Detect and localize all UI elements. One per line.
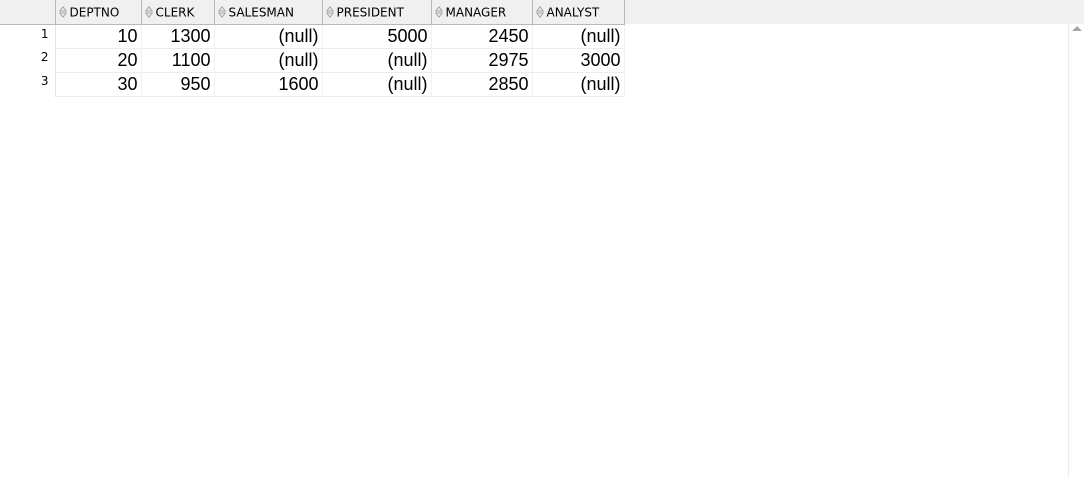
sort-arrows-icon[interactable]: [434, 6, 443, 18]
row-header-corner: [0, 0, 56, 25]
sort-arrows-icon[interactable]: [325, 6, 334, 18]
cell-deptno[interactable]: 10: [55, 24, 142, 49]
table-row[interactable]: 1 10 1300 (null) 5000 2450 (null): [0, 24, 625, 49]
sort-arrows-icon[interactable]: [58, 6, 67, 18]
column-header-salesman[interactable]: SALESMAN: [213, 0, 323, 25]
query-result-grid: DEPTNO CLERK SALESMAN PRESIDENT MANAGER …: [0, 0, 1084, 477]
column-label: PRESIDENT: [336, 5, 404, 19]
cell-manager[interactable]: 2450: [431, 24, 533, 49]
column-header-deptno[interactable]: DEPTNO: [54, 0, 142, 25]
result-table: DEPTNO CLERK SALESMAN PRESIDENT MANAGER …: [0, 0, 625, 97]
cell-manager[interactable]: 2850: [431, 72, 533, 97]
scroll-up-arrow-icon[interactable]: [1072, 26, 1082, 31]
row-number[interactable]: 3: [0, 72, 56, 96]
column-label: MANAGER: [445, 5, 507, 19]
column-label: DEPTNO: [69, 5, 120, 19]
column-header-clerk[interactable]: CLERK: [140, 0, 215, 25]
table-row[interactable]: 3 30 950 1600 (null) 2850 (null): [0, 72, 625, 97]
cell-manager[interactable]: 2975: [431, 48, 533, 73]
column-header-president[interactable]: PRESIDENT: [321, 0, 432, 25]
sort-arrows-icon[interactable]: [144, 6, 153, 18]
cell-clerk[interactable]: 1300: [141, 24, 215, 49]
cell-president[interactable]: (null): [322, 72, 432, 97]
cell-deptno[interactable]: 30: [55, 72, 142, 97]
column-header-analyst[interactable]: ANALYST: [531, 0, 625, 25]
row-number[interactable]: 1: [0, 24, 56, 48]
cell-analyst[interactable]: (null): [532, 72, 625, 97]
table-row[interactable]: 2 20 1100 (null) (null) 2975 3000: [0, 48, 625, 73]
row-number[interactable]: 2: [0, 48, 56, 72]
sort-arrows-icon[interactable]: [217, 6, 226, 18]
cell-salesman[interactable]: (null): [214, 24, 323, 49]
cell-clerk[interactable]: 1100: [141, 48, 215, 73]
cell-clerk[interactable]: 950: [141, 72, 215, 97]
cell-deptno[interactable]: 20: [55, 48, 142, 73]
header-empty-area: [624, 0, 1084, 24]
column-label: SALESMAN: [228, 5, 294, 19]
cell-salesman[interactable]: 1600: [214, 72, 323, 97]
sort-arrows-icon[interactable]: [535, 6, 544, 18]
cell-president[interactable]: (null): [322, 48, 432, 73]
cell-president[interactable]: 5000: [322, 24, 432, 49]
cell-analyst[interactable]: (null): [532, 24, 625, 49]
cell-analyst[interactable]: 3000: [532, 48, 625, 73]
header-row: DEPTNO CLERK SALESMAN PRESIDENT MANAGER …: [0, 0, 625, 25]
column-label: CLERK: [155, 5, 195, 19]
column-header-manager[interactable]: MANAGER: [430, 0, 533, 25]
cell-salesman[interactable]: (null): [214, 48, 323, 73]
column-label: ANALYST: [546, 5, 600, 19]
vertical-scrollbar[interactable]: [1068, 24, 1084, 477]
